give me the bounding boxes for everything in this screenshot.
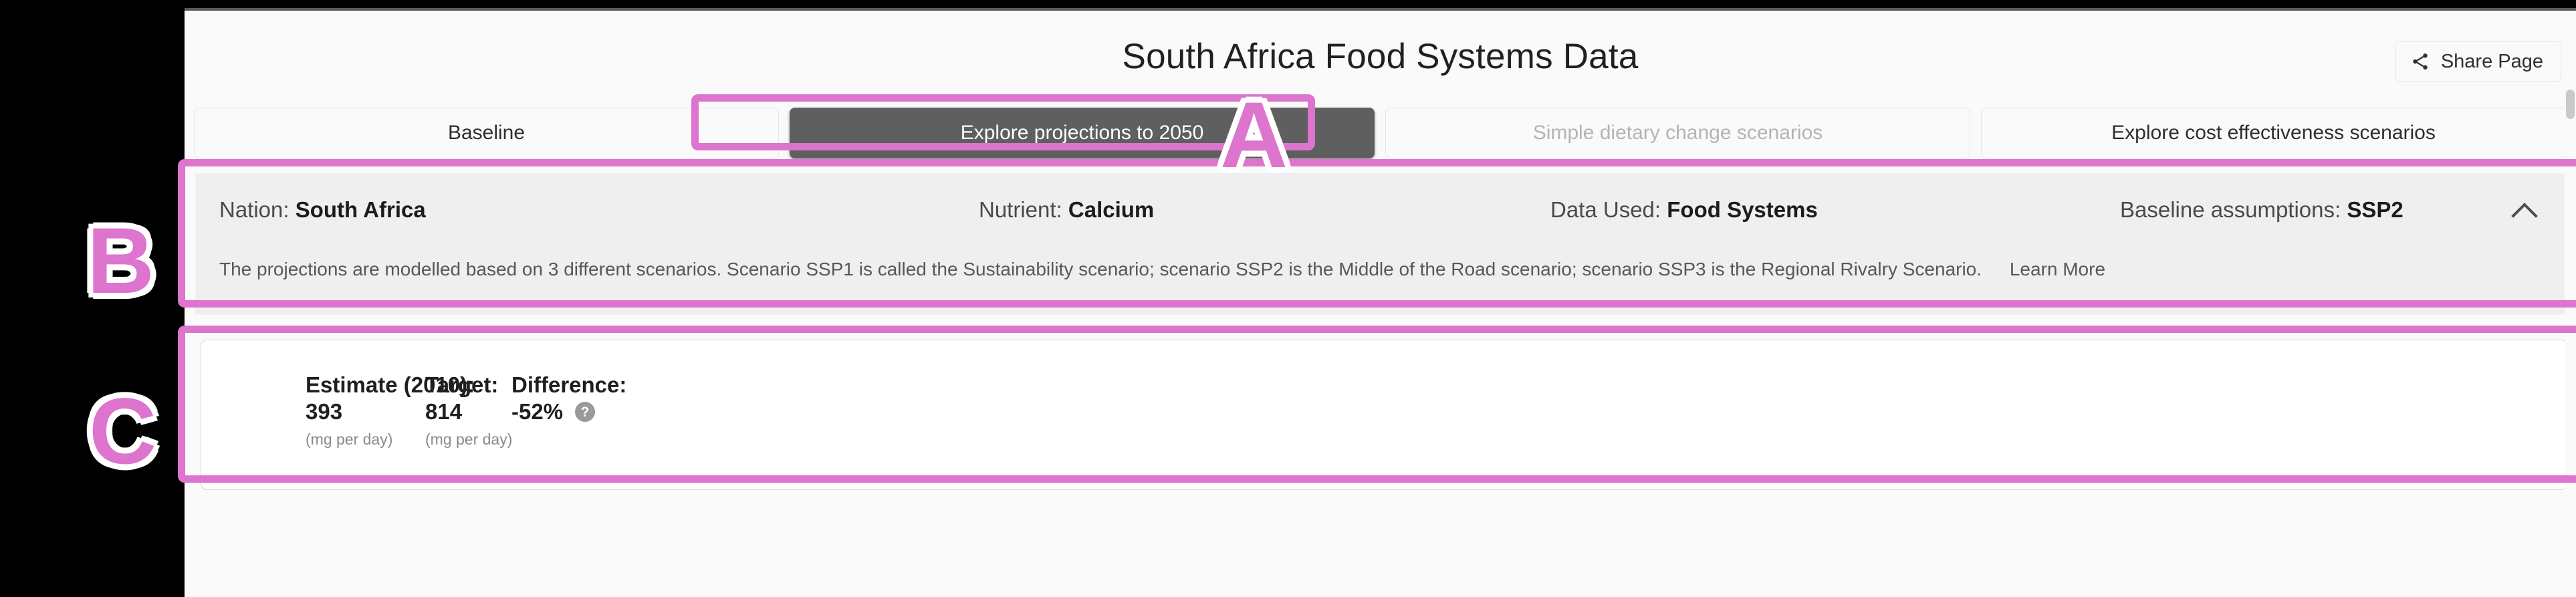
stat-target-unit: (mg per day) [425,430,513,448]
vertical-scrollbar[interactable] [2565,11,2576,597]
stat-estimate-value: 393 [306,399,343,425]
stat-difference: Difference: -52% ? [511,372,626,426]
screenshot-stage: South Africa Food Systems Data Share Pag… [0,0,2576,597]
stat-target: Target: 814 (mg per day) [425,372,512,449]
learn-more-link[interactable]: Learn More [2010,259,2105,279]
collapse-panel-button[interactable] [2511,199,2542,229]
summary-nutrient-value: Calcium [1068,197,1155,222]
summary-nutrient: Nutrient: Calcium [979,197,1154,223]
stats-card: Estimate (2010): 393 (mg per day) Target… [201,340,2567,490]
scenario-description-text: The projections are modelled based on 3 … [219,259,1982,279]
share-page-label: Share Page [2440,50,2543,72]
summary-data-used: Data Used: Food Systems [1550,197,1818,223]
summary-data-used-value: Food Systems [1667,197,1818,222]
scenario-description: The projections are modelled based on 3 … [219,259,2105,280]
page-header: South Africa Food Systems Data Share Pag… [185,11,2576,91]
annotation-letter-b: B [87,208,155,313]
tab-explore-projections-2050[interactable]: Explore projections to 2050 [790,108,1375,158]
summary-baseline-assumptions-value: SSP2 [2347,197,2404,222]
annotation-letter-c: C [89,378,157,483]
stat-target-label: Target: [425,372,499,397]
summary-nation-value: South Africa [295,197,426,222]
share-icon [2413,53,2428,70]
stat-target-value: 814 [425,399,463,425]
stat-difference-label: Difference: [511,372,627,397]
stat-difference-value: -52% [511,399,564,425]
difference-help-icon[interactable]: ? [575,402,596,423]
summary-nutrient-label: Nutrient: [979,197,1062,222]
selection-summary-row: Nation: South Africa Nutrient: Calcium D… [195,173,2570,243]
chevron-up-icon [2511,203,2538,229]
tab-baseline[interactable]: Baseline [194,108,779,158]
summary-baseline-assumptions: Baseline assumptions: SSP2 [2120,197,2404,223]
share-page-button[interactable]: Share Page [2394,41,2561,82]
summary-nation: Nation: South Africa [219,197,426,223]
tab-simple-dietary-change-scenarios[interactable]: Simple dietary change scenarios [1385,108,1970,158]
tab-bar: Baseline Explore projections to 2050 Sim… [194,108,2566,158]
tab-explore-cost-effectiveness-scenarios[interactable]: Explore cost effectiveness scenarios [1981,108,2566,158]
app-window: South Africa Food Systems Data Share Pag… [185,8,2576,597]
page-title: South Africa Food Systems Data [1122,37,1639,76]
summary-nation-label: Nation: [219,197,289,222]
summary-baseline-assumptions-label: Baseline assumptions: [2120,197,2341,222]
summary-data-used-label: Data Used: [1550,197,1661,222]
scrollbar-thumb[interactable] [2566,90,2575,119]
selection-summary-panel: Nation: South Africa Nutrient: Calcium D… [195,173,2570,315]
